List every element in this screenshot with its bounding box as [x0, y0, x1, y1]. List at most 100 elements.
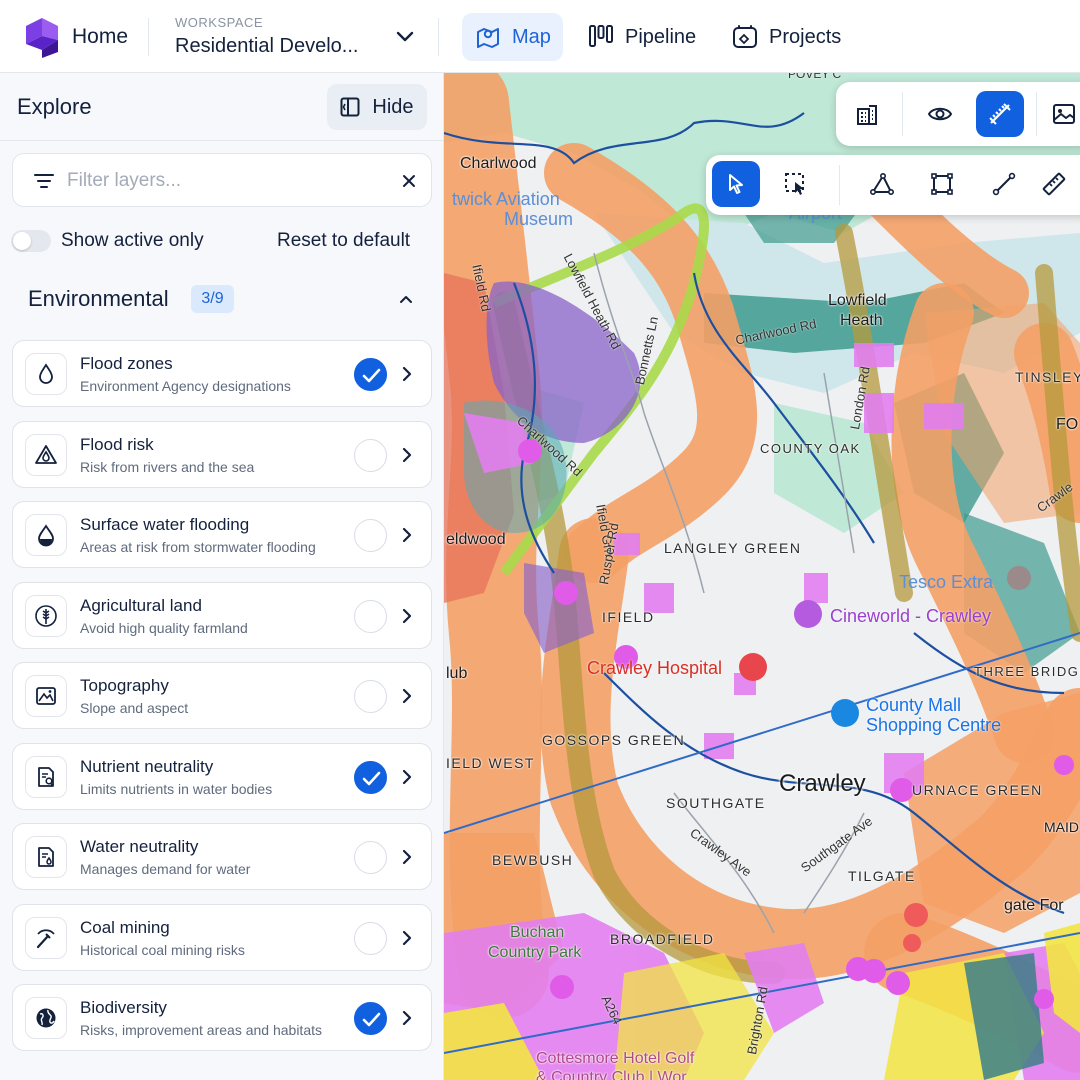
chevron-right-icon[interactable]: [400, 687, 414, 705]
chevron-right-icon[interactable]: [400, 768, 414, 786]
divider: [438, 18, 439, 56]
app-logo-icon[interactable]: [22, 18, 62, 58]
section-title[interactable]: Environmental: [28, 286, 169, 312]
map-icon: [477, 28, 499, 48]
layer-toggle-checkbox[interactable]: [354, 921, 387, 955]
workspace-selector[interactable]: Residential Develo...: [175, 35, 358, 58]
wheat-icon: [35, 604, 57, 627]
layer-subtitle: Areas at risk from stormwater flooding: [80, 539, 316, 555]
show-active-label: Show active only: [61, 230, 204, 251]
layer-toggle-checkbox[interactable]: [354, 358, 387, 391]
chevron-right-icon[interactable]: [400, 1009, 414, 1027]
reset-to-default-button[interactable]: Reset to default: [277, 230, 410, 252]
chevron-right-icon[interactable]: [400, 848, 414, 866]
chevron-right-icon[interactable]: [400, 526, 414, 544]
rectangle-tool-button[interactable]: [918, 161, 966, 207]
polygon-tool-button[interactable]: [858, 161, 906, 207]
nav-map[interactable]: Map: [462, 13, 563, 61]
layer-icon-frame: [25, 675, 67, 717]
measure-tools-icon: [989, 103, 1011, 125]
map-canvas[interactable]: Charlwood twick Aviation Museum Airport …: [444, 73, 1080, 1080]
layer-filter-input[interactable]: [67, 166, 367, 196]
measure-tools-button[interactable]: [976, 91, 1024, 137]
pointer-tool-button[interactable]: [712, 161, 760, 207]
map-draw-toolbar: [706, 155, 1080, 215]
nav-map-label: Map: [512, 25, 551, 48]
filter-icon: [34, 174, 54, 188]
nav-projects-label: Projects: [769, 25, 842, 48]
sidebar-collapse-icon: [340, 97, 360, 117]
layer-subtitle: Risks, improvement areas and habitats: [80, 1022, 322, 1038]
layer-icon-frame: [25, 836, 67, 878]
nutrient-doc-icon: [38, 766, 54, 787]
imagery-button[interactable]: [1040, 91, 1080, 137]
layer-row[interactable]: Surface water flooding Areas at risk from…: [12, 501, 432, 568]
ruler-icon: [1042, 172, 1066, 196]
layer-toggle-checkbox[interactable]: [354, 680, 387, 713]
layer-icon-frame: [25, 433, 67, 476]
layers-panel: Explore Hide Show active only Reset to d…: [0, 73, 444, 1080]
chevron-down-icon[interactable]: [392, 26, 418, 48]
layer-toggle-checkbox[interactable]: [354, 760, 387, 794]
layer-title: Biodiversity: [80, 998, 167, 1017]
line-tool-button[interactable]: [980, 161, 1028, 207]
layer-row[interactable]: Coal mining Historical coal mining risks: [12, 903, 432, 971]
layer-row[interactable]: Agricultural land Avoid high quality farm…: [12, 581, 432, 649]
chevron-right-icon[interactable]: [400, 446, 414, 464]
map-layer-toolbar: [836, 82, 1080, 146]
toolbar-separator: [839, 165, 840, 205]
layer-subtitle: Risk from rivers and the sea: [80, 458, 255, 475]
layer-icon-frame: [25, 755, 67, 798]
image-icon: [1053, 104, 1075, 124]
chevron-right-icon[interactable]: [400, 607, 414, 625]
nav-projects[interactable]: Projects: [719, 13, 853, 61]
flood-warning-icon: [35, 444, 57, 464]
layer-title: Nutrient neutrality: [80, 756, 214, 776]
ruler-tool-button[interactable]: [1030, 161, 1078, 207]
nav-pipeline-label: Pipeline: [625, 25, 697, 48]
chevron-right-icon[interactable]: [400, 365, 414, 383]
layer-toggle-checkbox[interactable]: [354, 519, 387, 552]
buildings-button[interactable]: [843, 91, 891, 137]
panel-header: Explore Hide: [0, 73, 443, 141]
hide-panel-button[interactable]: Hide: [327, 84, 427, 130]
chevron-right-icon[interactable]: [400, 929, 414, 947]
layer-row[interactable]: Biodiversity Risks, improvement areas and…: [12, 984, 432, 1051]
layer-row[interactable]: Water neutrality Manages demand for water: [12, 823, 432, 890]
layer-toggle-checkbox[interactable]: [354, 1002, 387, 1035]
layer-title: Flood risk: [80, 434, 154, 454]
nav-pipeline[interactable]: Pipeline: [575, 13, 708, 61]
pickaxe-icon: [36, 928, 55, 948]
box-select-button[interactable]: [772, 161, 820, 207]
layer-icon-frame: [25, 594, 67, 637]
layer-row[interactable]: Topography Slope and aspect: [12, 662, 432, 729]
chevron-up-icon[interactable]: [398, 291, 414, 307]
show-active-toggle[interactable]: [11, 230, 51, 252]
layer-icon-frame: [25, 353, 67, 395]
layer-row[interactable]: Flood risk Risk from rivers and the sea: [12, 420, 432, 488]
layer-subtitle: Limits nutrients in water bodies: [80, 780, 273, 797]
checkmark-icon: [362, 771, 381, 785]
layer-toggle-checkbox[interactable]: [354, 599, 387, 633]
layer-subtitle: Environment Agency designations: [80, 378, 291, 394]
layer-row[interactable]: Nutrient neutrality Limits nutrients in w…: [12, 742, 432, 810]
layer-row[interactable]: Flood zones Environment Agency designatio…: [12, 340, 432, 407]
close-icon[interactable]: [399, 171, 419, 191]
home-link[interactable]: Home: [72, 25, 128, 49]
pointer-icon: [729, 174, 743, 194]
layer-toggle-checkbox[interactable]: [354, 841, 387, 874]
layer-subtitle: Avoid high quality farmland: [80, 619, 248, 636]
panel-title: Explore: [17, 94, 92, 119]
water-doc-icon: [38, 847, 54, 867]
water-drop-icon: [39, 363, 53, 384]
layer-subtitle: Historical coal mining risks: [80, 941, 245, 958]
building-icon: [857, 105, 877, 125]
drop-level-icon: [38, 524, 54, 547]
checkmark-icon: [362, 1012, 381, 1027]
layer-toggle-checkbox[interactable]: [354, 438, 387, 472]
layer-subtitle: Slope and aspect: [80, 700, 189, 716]
layer-title: Flood zones: [80, 354, 173, 373]
visibility-button[interactable]: [916, 91, 964, 137]
toolbar-separator: [1036, 92, 1037, 136]
map-base-layer[interactable]: [444, 73, 1080, 1080]
